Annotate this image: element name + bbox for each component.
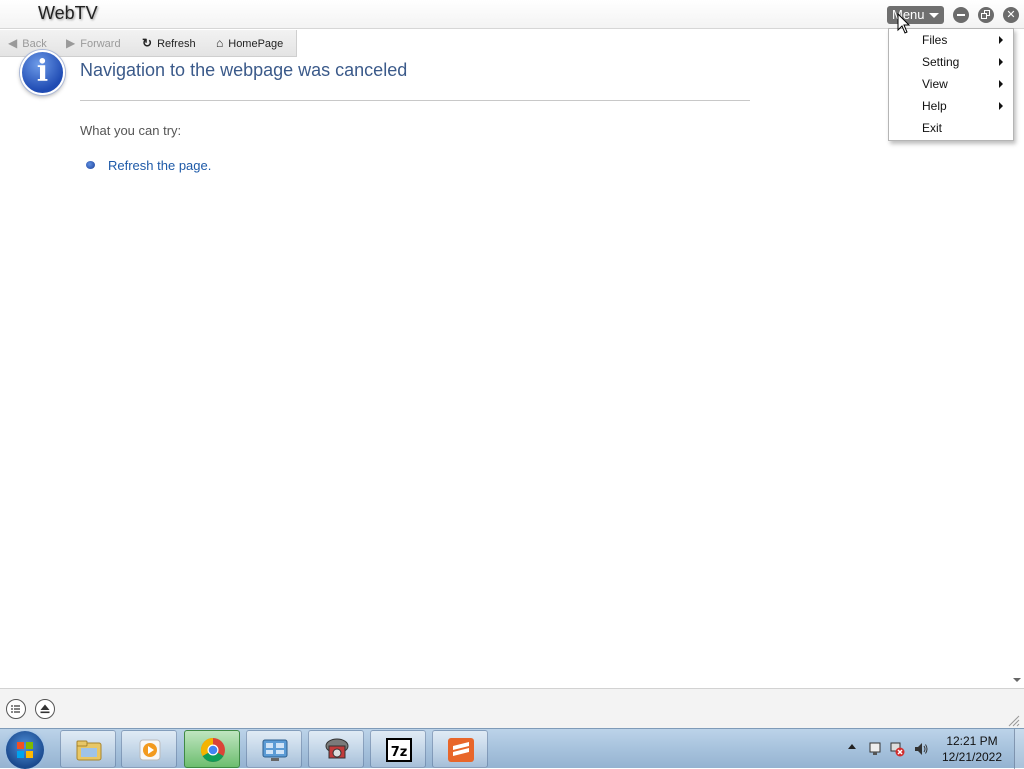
windows-logo-icon <box>17 742 33 758</box>
eject-button[interactable] <box>35 699 55 719</box>
webtv-window: WebTV Menu ✕ ◀ Back ▶ Forward ↻ Refresh ⌂ Ho… <box>0 0 1024 728</box>
menu-item-label: Files <box>922 33 948 47</box>
back-arrow-icon: ◀ <box>8 36 18 50</box>
page-heading: Navigation to the webpage was canceled <box>80 60 408 80</box>
forward-label: Forward <box>80 38 121 50</box>
clock-date[interactable]: 12/21/2022 <box>940 750 1004 764</box>
taskbar-media-player[interactable] <box>121 730 177 768</box>
list-icon <box>11 705 20 713</box>
refresh-page-link[interactable]: Refresh the page. <box>108 158 211 173</box>
submenu-arrow-icon <box>999 58 1003 66</box>
file-explorer-icon <box>76 740 102 761</box>
app-title: WebTV <box>38 3 98 23</box>
info-icon: i <box>20 50 65 95</box>
media-player-icon <box>139 739 161 761</box>
action-center-icon[interactable] <box>867 741 883 757</box>
chrome-icon <box>200 738 225 763</box>
taskbar: 7z 12:21 PM 12/21/2022 <box>0 728 1024 769</box>
bullet-icon <box>86 161 95 169</box>
restore-icon-back <box>981 13 987 19</box>
svg-text:7z: 7z <box>391 745 408 760</box>
minimize-icon <box>957 14 965 16</box>
taskbar-file-explorer[interactable] <box>60 730 116 768</box>
homepage-button[interactable]: ⌂ HomePage <box>216 30 283 57</box>
menu-item-exit[interactable]: Exit <box>889 117 1013 139</box>
taskbar-chrome[interactable] <box>184 730 240 768</box>
network-disconnected-icon[interactable] <box>889 741 905 757</box>
chevron-down-icon <box>929 13 939 18</box>
system-tray: 12:21 PM 12/21/2022 <box>845 729 1024 769</box>
try-label: What you can try: <box>80 123 182 138</box>
taskbar-disk-utility[interactable] <box>308 730 364 768</box>
homepage-label: HomePage <box>228 38 284 50</box>
scroll-down-arrow[interactable] <box>1012 676 1022 684</box>
refresh-button[interactable]: ↻ Refresh <box>142 30 196 57</box>
refresh-label: Refresh <box>157 38 196 50</box>
taskbar-control-panel[interactable] <box>246 730 302 768</box>
mouse-cursor-icon <box>897 13 911 34</box>
forward-arrow-icon: ▶ <box>66 36 76 50</box>
menu-item-label: View <box>922 77 948 91</box>
divider <box>80 100 750 101</box>
resize-grip-icon[interactable] <box>1006 713 1020 727</box>
volume-icon[interactable] <box>913 741 929 757</box>
menu-item-label: Exit <box>922 121 943 135</box>
menu-item-view[interactable]: View <box>889 73 1013 95</box>
title-bar: WebTV Menu ✕ <box>0 0 1024 29</box>
menu-item-setting[interactable]: Setting <box>889 51 1013 73</box>
control-panel-icon <box>262 739 288 761</box>
taskbar-sublime[interactable] <box>432 730 488 768</box>
playlist-button[interactable] <box>6 699 26 719</box>
submenu-arrow-icon <box>999 102 1003 110</box>
forward-button[interactable]: ▶ Forward <box>66 30 121 57</box>
taskbar-7zip[interactable]: 7z <box>370 730 426 768</box>
menu-button[interactable]: Menu <box>887 6 944 24</box>
eject-icon <box>40 704 50 714</box>
home-icon: ⌂ <box>216 36 224 50</box>
submenu-arrow-icon <box>999 36 1003 44</box>
menu-item-label: Setting <box>922 55 960 69</box>
submenu-arrow-icon <box>999 80 1003 88</box>
restore-button[interactable] <box>978 7 994 23</box>
status-bar <box>0 688 1024 728</box>
show-desktop-button[interactable] <box>1014 729 1024 769</box>
clock-time[interactable]: 12:21 PM <box>940 734 1004 748</box>
refresh-icon: ↻ <box>142 36 153 50</box>
show-hidden-icons-button[interactable] <box>848 744 856 749</box>
disk-utility-icon <box>325 738 349 759</box>
menu-item-label: Help <box>922 99 947 113</box>
menu-item-help[interactable]: Help <box>889 95 1013 117</box>
sublime-icon <box>448 738 474 762</box>
close-button[interactable]: ✕ <box>1003 7 1019 23</box>
back-label: Back <box>22 38 47 50</box>
close-icon: ✕ <box>1006 8 1016 21</box>
7zip-icon: 7z <box>386 738 412 762</box>
main-menu-dropdown: Files Setting View Help Exit <box>888 28 1014 141</box>
minimize-button[interactable] <box>953 7 969 23</box>
start-button[interactable] <box>6 731 44 769</box>
